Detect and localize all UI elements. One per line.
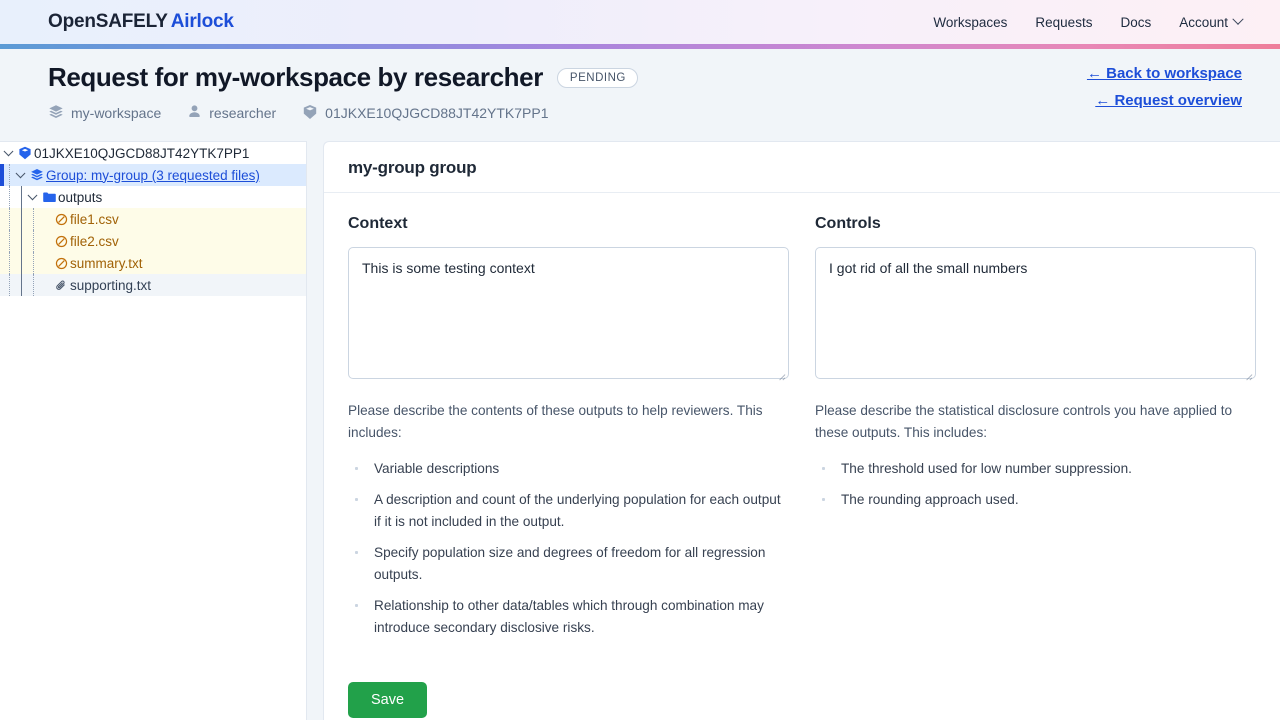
back-to-workspace-link[interactable]: ← Back to workspace (1087, 65, 1242, 82)
context-column: Context Please describe the contents of … (348, 215, 789, 648)
output-file-icon (52, 235, 70, 248)
controls-helper-text: Please describe the statistical disclosu… (815, 403, 1233, 440)
layers-icon (48, 104, 64, 123)
group-layers-icon (28, 168, 46, 182)
file-tree-sidebar[interactable]: 01JKXE10QJGCD88JT42YTK7PP1 Group: my-gro… (0, 141, 307, 720)
context-label: Context (348, 215, 408, 232)
card-body: Context Please describe the contents of … (324, 193, 1280, 720)
card-header: my-group group (324, 142, 1280, 193)
page-title: Request for my-workspace by researcher (48, 62, 543, 92)
status-badge: PENDING (556, 67, 638, 88)
paperclip-icon (52, 279, 70, 292)
chevron-down-icon (1232, 13, 1244, 25)
tree-row-folder-outputs[interactable]: outputs (0, 186, 306, 208)
tree-row-summary[interactable]: summary.txt (0, 252, 306, 274)
list-item: A description and count of the underlyin… (348, 489, 789, 533)
list-item: Specify population size and degrees of f… (348, 542, 789, 586)
group-card: my-group group Context Please describe t… (323, 141, 1280, 720)
context-textarea[interactable] (348, 247, 789, 379)
title-row: Request for my-workspace by researcher P… (48, 62, 1242, 93)
top-navbar: OpenSAFELY Airlock Workspaces Requests Do… (0, 0, 1280, 44)
tree-row-label: Group: my-group (3 requested files) (46, 167, 260, 183)
request-overview-link[interactable]: ← Request overview (1095, 92, 1242, 109)
context-helper-text: Please describe the contents of these ou… (348, 403, 763, 440)
tree-row-request-root[interactable]: 01JKXE10QJGCD88JT42YTK7PP1 (0, 142, 306, 164)
list-item: Variable descriptions (348, 458, 789, 480)
nav-link-account[interactable]: Account (1179, 13, 1244, 30)
breadcrumb: my-workspace researcher 01JKXE10QJGCD88J… (48, 104, 1242, 123)
twisty-expanded-icon[interactable] (0, 145, 16, 157)
body-split: 01JKXE10QJGCD88JT42YTK7PP1 Group: my-gro… (0, 141, 1280, 720)
header-links: ← Back to workspace ← Request overview (1087, 65, 1242, 109)
group-heading: my-group group (348, 158, 477, 177)
nav-link-requests[interactable]: Requests (1035, 15, 1092, 30)
brand-name-accent: Airlock (170, 11, 234, 32)
output-file-icon (52, 257, 70, 270)
file-tree: 01JKXE10QJGCD88JT42YTK7PP1 Group: my-gro… (0, 142, 306, 296)
user-icon (187, 104, 202, 122)
context-textarea-wrap (348, 247, 789, 384)
list-item: Relationship to other data/tables which … (348, 595, 789, 639)
nav-link-workspaces[interactable]: Workspaces (933, 15, 1007, 30)
meta-author: researcher (187, 104, 276, 122)
twisty-expanded-icon[interactable] (24, 189, 40, 201)
output-file-icon (52, 213, 70, 226)
tree-row-label: file2.csv (70, 233, 119, 249)
folder-icon (40, 190, 58, 205)
tree-row-file1[interactable]: file1.csv (0, 208, 306, 230)
tree-row-label: supporting.txt (70, 277, 152, 293)
nav-link-workspaces-label: Workspaces (933, 14, 1008, 30)
meta-author-label: researcher (209, 105, 277, 122)
tree-row-supporting[interactable]: supporting.txt (0, 274, 306, 296)
meta-request-id-label: 01JKXE10QJGCD88JT42YTK7PP1 (325, 105, 549, 122)
meta-workspace: my-workspace (48, 104, 161, 123)
controls-textarea-wrap (815, 247, 1256, 384)
meta-request-id: 01JKXE10QJGCD88JT42YTK7PP1 (302, 104, 549, 123)
controls-column: Controls Please describe the statistical… (815, 215, 1256, 648)
context-bullet-list: Variable descriptions A description and … (348, 458, 789, 639)
request-cube-icon (16, 146, 34, 160)
tree-row-label: 01JKXE10QJGCD88JT42YTK7PP1 (34, 145, 250, 161)
twisty-expanded-icon[interactable] (12, 167, 28, 179)
form-columns: Context Please describe the contents of … (348, 215, 1256, 648)
tree-row-group[interactable]: Group: my-group (3 requested files) (0, 164, 306, 186)
cube-icon (302, 104, 318, 123)
nav-link-docs[interactable]: Docs (1120, 15, 1151, 30)
tree-row-label: outputs (58, 189, 103, 205)
brand-logo[interactable]: OpenSAFELY Airlock (48, 11, 234, 33)
controls-label: Controls (815, 215, 881, 232)
nav-link-requests-label: Requests (1035, 14, 1093, 30)
list-item: The threshold used for low number suppre… (815, 458, 1256, 480)
nav-link-docs-label: Docs (1120, 14, 1152, 30)
tree-row-label: summary.txt (70, 255, 143, 271)
controls-bullet-list: The threshold used for low number suppre… (815, 458, 1256, 511)
tree-row-label: file1.csv (70, 211, 119, 227)
save-row: Save (348, 648, 1256, 718)
meta-workspace-label: my-workspace (71, 105, 162, 122)
save-button[interactable]: Save (348, 681, 428, 718)
nav-links: Workspaces Requests Docs Account (933, 13, 1244, 30)
brand-name-main: OpenSAFELY (48, 11, 168, 32)
list-item: The rounding approach used. (815, 489, 1256, 511)
tree-row-file2[interactable]: file2.csv (0, 230, 306, 252)
nav-link-account-label: Account (1179, 14, 1228, 30)
main-content: my-group group Context Please describe t… (323, 141, 1280, 720)
controls-textarea[interactable] (815, 247, 1256, 379)
page-header: Request for my-workspace by researcher P… (0, 49, 1280, 141)
